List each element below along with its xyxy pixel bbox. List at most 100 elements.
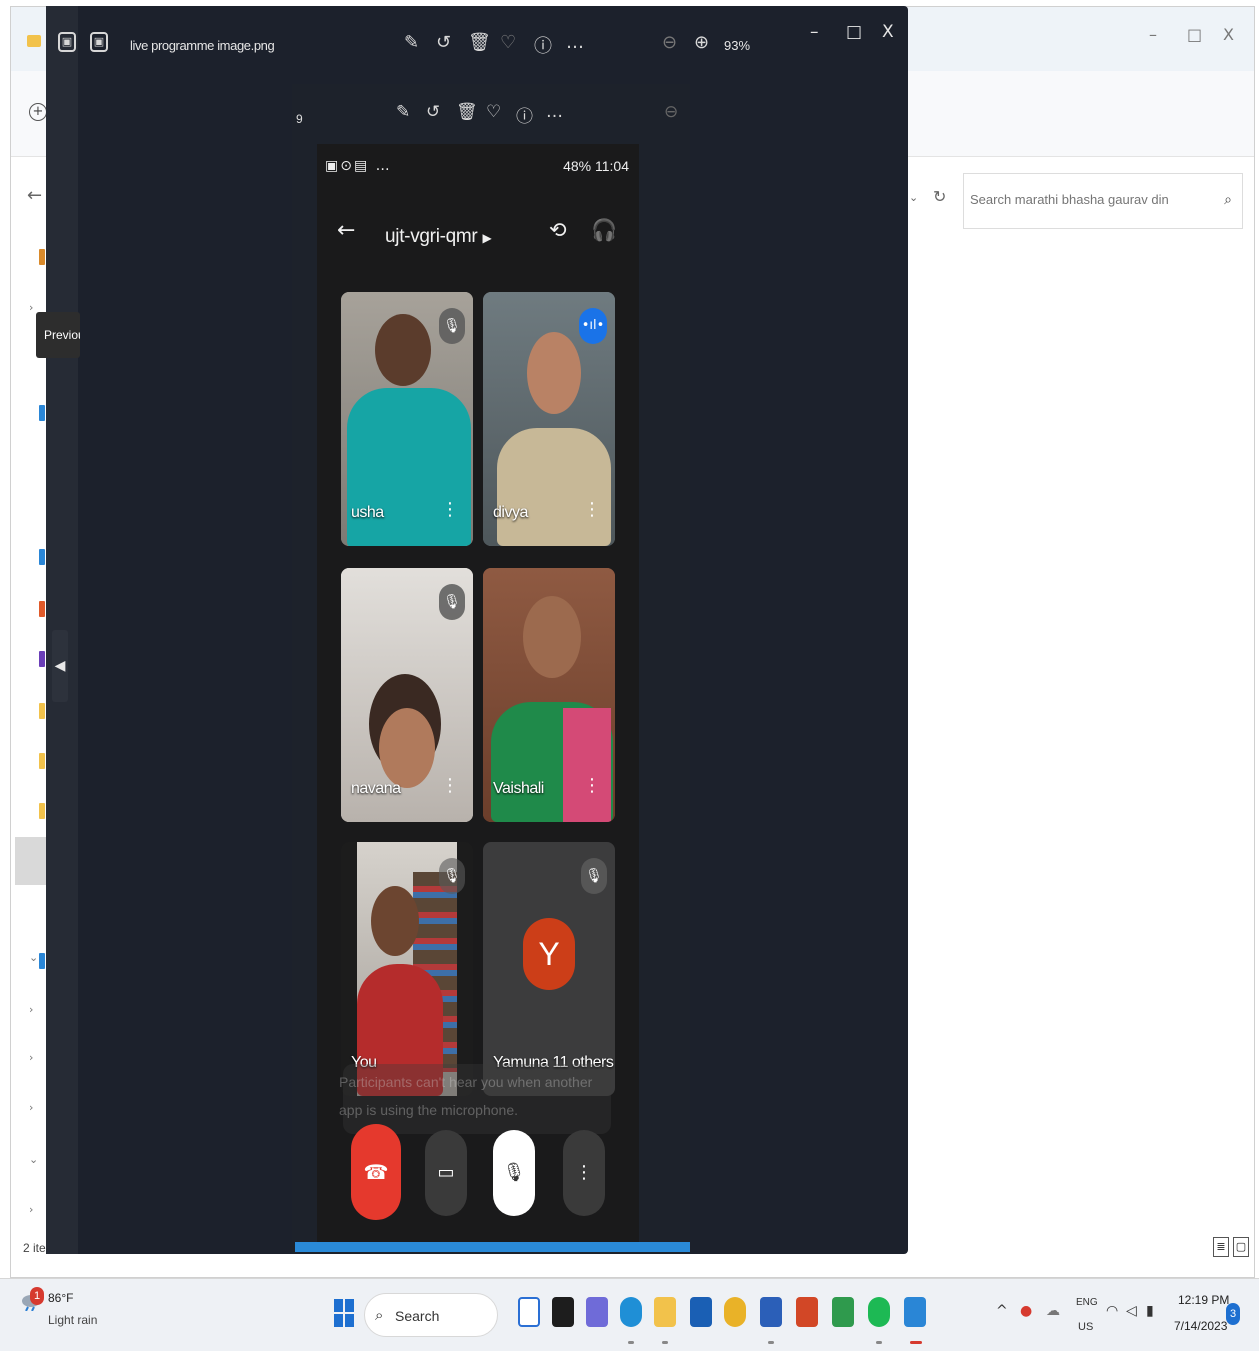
nav-expand-chevron-icon[interactable]: › xyxy=(29,1101,33,1114)
mail-app-icon[interactable] xyxy=(690,1297,712,1327)
nav-home-icon[interactable] xyxy=(39,249,45,265)
viewer-minimize-button[interactable]: – xyxy=(810,22,819,42)
file-explorer-taskbar-icon[interactable] xyxy=(654,1297,676,1327)
nav-expand-chevron-icon[interactable]: › xyxy=(29,1203,33,1216)
mic-in-use-toast-text: Participants can't hear you when another… xyxy=(339,1074,593,1118)
switch-camera-icon: ⟲ xyxy=(549,218,567,242)
running-indicator xyxy=(768,1341,774,1344)
volume-muted-icon[interactable]: ◁ xyxy=(1126,1303,1137,1319)
search-icon: ⌕ xyxy=(375,1306,384,1324)
excel-app-icon[interactable] xyxy=(832,1297,854,1327)
weather-alert-badge[interactable]: 1 xyxy=(30,1287,44,1305)
details-view-button[interactable]: ≣ xyxy=(1213,1237,1229,1257)
explorer-close-button[interactable]: X xyxy=(1223,25,1234,44)
explorer-search-input[interactable] xyxy=(970,192,1202,207)
nav-collapse-chevron-icon[interactable]: ⌄ xyxy=(29,951,38,964)
zoom-level[interactable]: 93% xyxy=(724,38,750,53)
vaishali-head xyxy=(523,596,581,678)
nav-selected-item[interactable] xyxy=(15,837,47,885)
start-button[interactable] xyxy=(334,1299,354,1327)
taskbar-search-label: Search xyxy=(395,1308,440,1324)
photos-gallery-icon[interactable]: ▣ xyxy=(90,32,108,52)
meet-back-arrow-icon: ← xyxy=(337,218,356,243)
input-language[interactable]: ENG xyxy=(1076,1297,1098,1308)
nav-thispc-icon[interactable] xyxy=(39,953,45,969)
active-app-indicator xyxy=(910,1341,922,1344)
edit-image-icon[interactable]: ✎ xyxy=(404,32,419,53)
chrome-browser-icon[interactable] xyxy=(724,1297,746,1327)
zoom-in-icon[interactable]: ⊕ xyxy=(694,32,709,53)
participant-name: usha xyxy=(351,504,384,521)
tiles-view-button[interactable]: ▢ xyxy=(1233,1237,1249,1257)
zoom-out-icon[interactable]: ⊖ xyxy=(662,32,677,53)
nav-folder-icon[interactable] xyxy=(39,803,45,819)
path-dropdown-icon[interactable]: ⌄ xyxy=(909,191,918,204)
participant-name: Vaishali xyxy=(493,780,544,797)
taskbar-search[interactable]: ⌕ Search xyxy=(364,1293,498,1337)
item-count-status: 2 ite xyxy=(23,1241,46,1255)
usha-head xyxy=(375,314,431,386)
delete-icon[interactable]: 🗑 xyxy=(468,32,491,53)
nav-desktop-icon[interactable] xyxy=(39,405,45,421)
embedded-info-icon: ⓘ xyxy=(516,107,533,127)
spotify-app-icon[interactable] xyxy=(868,1297,890,1327)
viewer-maximize-button[interactable]: □ xyxy=(846,22,862,42)
running-indicator xyxy=(876,1341,882,1344)
weather-condition[interactable]: Light rain xyxy=(48,1313,97,1327)
refresh-icon[interactable]: ↻ xyxy=(933,187,946,206)
participant-menu-icon: ⋮ xyxy=(441,499,459,520)
wifi-icon[interactable]: ◠ xyxy=(1106,1303,1118,1319)
embedded-rotate-icon: ↺ xyxy=(426,102,441,122)
input-region[interactable]: US xyxy=(1078,1321,1093,1333)
clock-time[interactable]: 12:19 PM xyxy=(1178,1293,1229,1307)
nav-expand-chevron-icon[interactable]: › xyxy=(29,1003,33,1016)
tray-app-icon[interactable]: ● xyxy=(1020,1303,1032,1319)
more-options-icon[interactable]: … xyxy=(566,32,584,53)
participant-name: navana xyxy=(351,780,401,797)
participant-menu-icon: ⋮ xyxy=(441,775,459,796)
favorite-heart-icon[interactable]: ♡ xyxy=(500,32,516,53)
embedded-more-icon: … xyxy=(546,102,563,122)
viewer-titlebar: ▣ ▣ live programme image.png ✎ ↺ 🗑 ♡ ⓘ …… xyxy=(46,6,908,84)
embedded-edit-icon: ✎ xyxy=(396,102,411,122)
explorer-search-box[interactable]: ⌕ xyxy=(963,173,1243,229)
previous-image-button[interactable]: ◀ xyxy=(52,630,68,702)
show-hidden-icons-chevron-icon[interactable]: ^ xyxy=(996,1303,1008,1319)
end-call-button: ☎ xyxy=(351,1124,401,1220)
folder-icon xyxy=(27,35,41,47)
nav-music-icon[interactable] xyxy=(39,601,45,617)
powerpoint-app-icon[interactable] xyxy=(796,1297,818,1327)
search-icon[interactable]: ⌕ xyxy=(1224,192,1232,208)
photos-app-icon[interactable]: ▣ xyxy=(58,32,76,52)
battery-icon[interactable]: ▮ xyxy=(1146,1303,1154,1319)
photos-app-taskbar-icon[interactable] xyxy=(904,1297,926,1327)
divya-body xyxy=(497,428,611,546)
copilot-app-icon[interactable] xyxy=(518,1297,540,1327)
nav-expand-chevron-icon[interactable]: › xyxy=(29,1051,33,1064)
clock-date[interactable]: 7/14/2023 xyxy=(1174,1319,1227,1333)
teams-app-icon[interactable] xyxy=(586,1297,608,1327)
meeting-code-chevron-icon: ▶ xyxy=(482,231,492,245)
tray-cloud-icon[interactable]: ☁ xyxy=(1046,1303,1060,1319)
info-icon[interactable]: ⓘ xyxy=(534,32,552,58)
viewer-close-button[interactable]: X xyxy=(882,22,894,42)
nav-videos-icon[interactable] xyxy=(39,651,45,667)
notification-count-badge[interactable]: 3 xyxy=(1226,1303,1240,1325)
weather-temperature[interactable]: 86°F xyxy=(48,1291,73,1305)
edge-browser-icon[interactable] xyxy=(620,1297,642,1327)
muted-mic-icon: 🎙 xyxy=(439,858,465,894)
running-indicator xyxy=(662,1341,668,1344)
nav-expand-chevron-icon[interactable]: › xyxy=(29,301,33,314)
rotate-icon[interactable]: ↺ xyxy=(436,32,451,53)
muted-mic-icon: 🎙 xyxy=(581,858,607,894)
nav-collapse-chevron-icon[interactable]: ⌄ xyxy=(29,1153,38,1166)
word-app-icon[interactable] xyxy=(760,1297,782,1327)
new-item-icon[interactable]: + xyxy=(29,103,47,121)
nav-downloads-icon[interactable] xyxy=(39,549,45,565)
explorer-minimize-button[interactable]: – xyxy=(1149,25,1157,44)
nav-folder-icon[interactable] xyxy=(39,753,45,769)
nav-folder-icon[interactable] xyxy=(39,703,45,719)
participant-tile-yamuna-others: Y 🎙 Yamuna 11 others xyxy=(483,842,615,1096)
task-view-icon[interactable] xyxy=(552,1297,574,1327)
explorer-maximize-button[interactable]: □ xyxy=(1187,25,1202,44)
